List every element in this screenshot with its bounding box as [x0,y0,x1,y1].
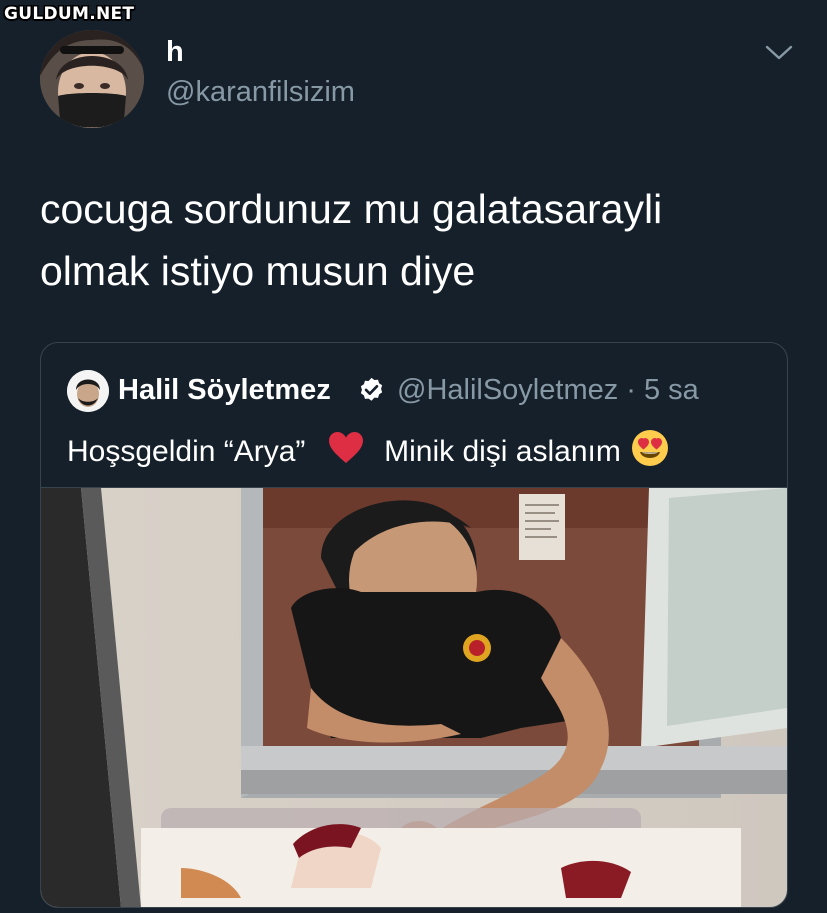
quoted-text-part1: Hoşsgeldin “Arya” [67,435,306,468]
tweet-text: cocuga sordunuz mu galatasarayli olmak i… [40,186,663,294]
chevron-down-icon[interactable] [762,40,796,66]
quoted-author-avatar[interactable] [67,370,109,412]
quoted-tweet-photo[interactable] [41,487,787,907]
quoted-tweet-card[interactable]: Halil Söyletmez @HalilSoyletmez · 5 sa H… [40,342,788,908]
author-handle[interactable]: @karanfilsizim [166,76,355,109]
red-heart-emoji [328,431,364,473]
quoted-author-handle-time[interactable]: @HalilSoyletmez · 5 sa [397,374,699,407]
quoted-text-part2: Minik dişi aslanım [384,435,621,468]
verified-badge-icon [357,376,386,405]
heart-eyes-emoji [631,429,669,475]
quoted-author-name[interactable]: Halil Söyletmez [118,374,331,407]
author-avatar[interactable] [40,30,144,128]
author-display-name[interactable]: h [166,36,184,69]
quoted-tweet-text: Hoşsgeldin “Arya” Minik dişi aslanım [67,429,669,475]
watermark-logo: GULDUM.NET [4,4,135,24]
